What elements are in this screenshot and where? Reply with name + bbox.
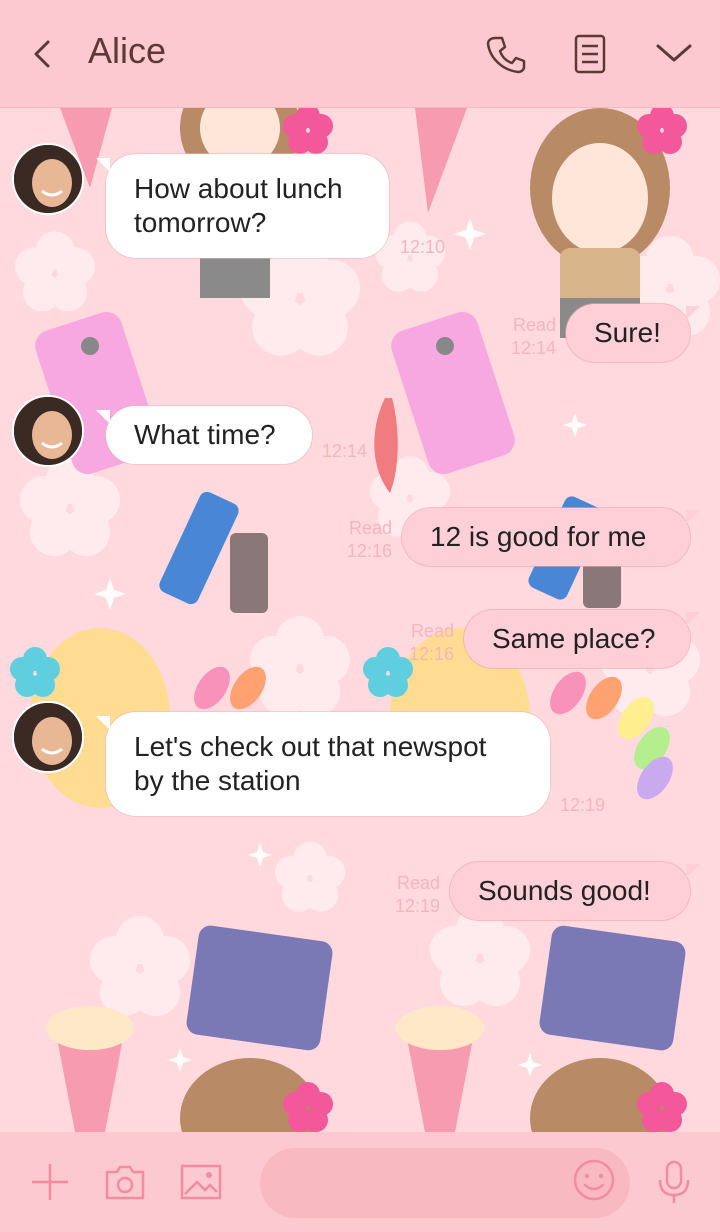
microphone-icon[interactable] (650, 1158, 698, 1206)
emoji-icon[interactable] (570, 1156, 618, 1204)
read-receipt: Read (512, 315, 556, 335)
message-time: 12:14 (322, 441, 368, 461)
message-line: What time? (134, 419, 276, 450)
contact-avatar[interactable] (12, 143, 84, 215)
chevron-down-icon[interactable] (650, 30, 698, 78)
contact-avatar[interactable] (12, 701, 84, 773)
message-line: How about lunch (134, 173, 343, 204)
message-time: 12:19 (560, 795, 606, 815)
message-text: Sure! (594, 317, 661, 348)
back-chevron-icon[interactable] (22, 30, 62, 78)
composer-bar (0, 1132, 720, 1232)
outgoing-message[interactable]: 12 is good for me (402, 508, 700, 566)
message-line: by the station (134, 765, 301, 796)
message-status: Read 12:19 (384, 872, 440, 918)
notes-icon[interactable] (566, 30, 614, 78)
incoming-message[interactable]: What time? (96, 406, 312, 464)
message-line: Let's check out that newspot (134, 731, 487, 762)
message-time: 12:16 (408, 644, 454, 664)
incoming-message[interactable]: Let's check out that newspot by the stat… (96, 712, 550, 816)
phone-icon[interactable] (482, 30, 530, 78)
message-status: Read 12:16 (336, 517, 392, 563)
read-receipt: Read (396, 873, 440, 893)
message-time: 12:10 (400, 237, 446, 257)
message-time: 12:16 (346, 541, 392, 561)
image-icon[interactable] (177, 1158, 225, 1206)
plus-icon[interactable] (26, 1158, 74, 1206)
message-line: tomorrow? (134, 207, 267, 238)
message-status: Read 12:14 (500, 314, 556, 360)
message-text: Same place? (492, 623, 656, 654)
outgoing-message[interactable]: Sounds good! (450, 862, 700, 920)
outgoing-message[interactable]: Same place? (464, 610, 700, 668)
message-text: 12 is good for me (430, 521, 647, 552)
read-receipt: Read (410, 621, 454, 641)
message-status: Read 12:16 (398, 620, 454, 666)
read-receipt: Read (348, 518, 392, 538)
contact-avatar[interactable] (12, 395, 84, 467)
camera-icon[interactable] (101, 1158, 149, 1206)
incoming-message[interactable]: How about lunch tomorrow? (96, 154, 389, 258)
message-time: 12:14 (510, 338, 556, 358)
chat-header: Alice (0, 0, 720, 108)
message-time: 12:19 (394, 896, 440, 916)
message-text: Sounds good! (478, 875, 651, 906)
chat-title: Alice (88, 30, 167, 71)
outgoing-message[interactable]: Sure! (566, 304, 700, 362)
